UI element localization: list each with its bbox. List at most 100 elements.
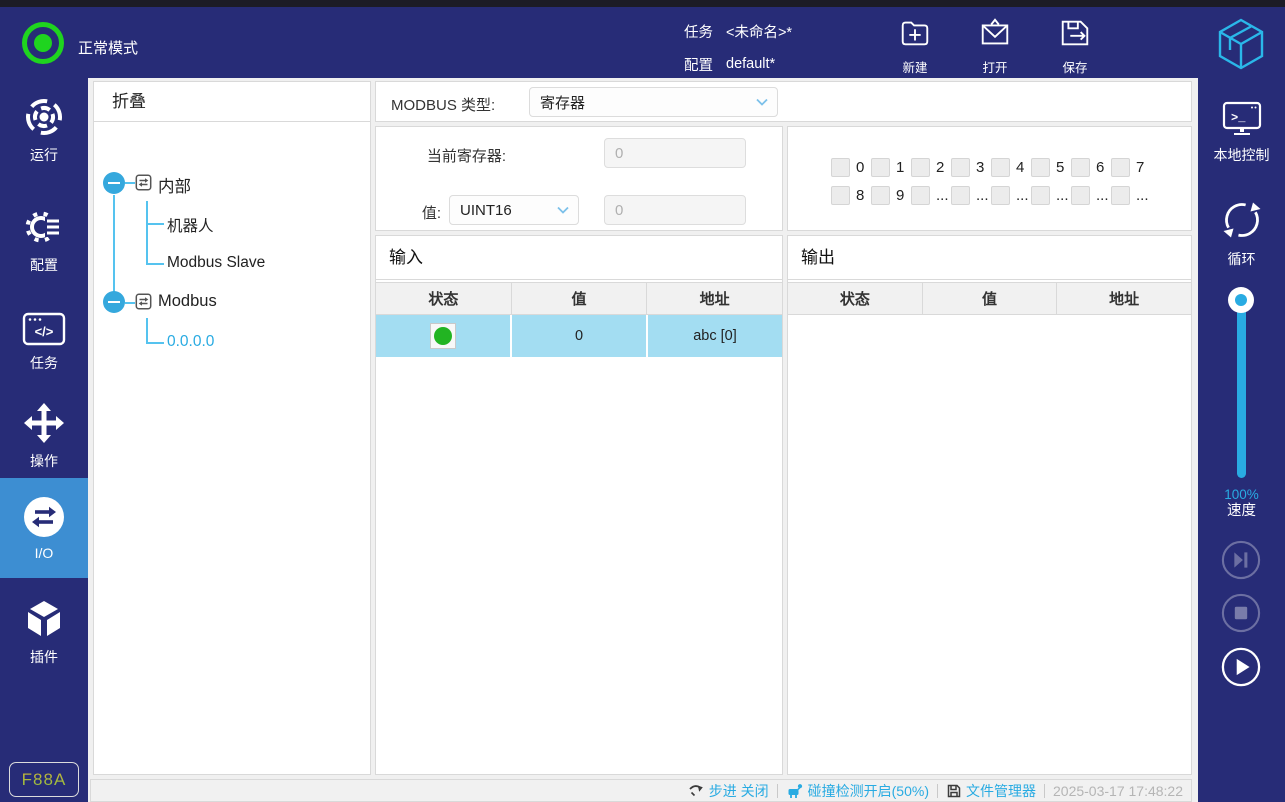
bit-label: 3 — [976, 159, 985, 176]
open-button-label: 打开 — [982, 61, 1008, 75]
open-button[interactable]: 打开 — [960, 16, 1030, 76]
sidebar-item-plugin[interactable]: 插件 — [0, 592, 88, 672]
tree-node-ip[interactable]: 0.0.0.0 — [167, 333, 214, 351]
stop-button[interactable] — [1221, 593, 1261, 633]
save-icon — [1061, 20, 1089, 46]
bit-checkbox[interactable] — [991, 186, 1010, 205]
sidebar-item-operate[interactable]: 操作 — [0, 396, 88, 476]
bit-checkbox[interactable] — [1111, 158, 1130, 177]
bit-cell: 3 — [951, 158, 991, 177]
bit-checkbox[interactable] — [1111, 186, 1130, 205]
bit-checkbox[interactable] — [871, 186, 890, 205]
tree-node-modbus[interactable]: Modbus — [158, 292, 217, 311]
tree-line — [146, 201, 148, 265]
tree-collapse-header[interactable]: 折叠 — [94, 82, 370, 122]
sidebar-item-label: 运行 — [30, 146, 58, 163]
tree-node-modbus-slave[interactable]: Modbus Slave — [167, 254, 265, 272]
bit-checkbox[interactable] — [1071, 186, 1090, 205]
run-icon — [26, 98, 62, 135]
bit-checkbox[interactable] — [1071, 158, 1090, 177]
sidebar-item-label: 任务 — [30, 354, 58, 371]
window-top-strip — [0, 0, 1285, 7]
step-forward-button[interactable] — [1221, 540, 1261, 580]
input-table-row[interactable]: 0 abc [0] — [376, 315, 782, 357]
modbus-type-select[interactable]: 寄存器 — [529, 87, 778, 117]
disk-icon — [947, 784, 961, 797]
bit-checkbox[interactable] — [1031, 186, 1050, 205]
sidebar-item-task[interactable]: </> 任务 — [0, 304, 88, 380]
bit-checkbox[interactable] — [951, 186, 970, 205]
task-value: <未命名>* — [726, 24, 793, 41]
sidebar-item-config[interactable]: 配置 — [0, 202, 88, 278]
sidebar-item-label: 本地控制 — [1213, 146, 1270, 163]
col-address: 地址 — [1056, 283, 1191, 314]
current-register-input[interactable] — [604, 138, 746, 168]
file-manager-button[interactable]: 文件管理器 — [946, 781, 1036, 801]
output-table-panel: 输出 状态 值 地址 — [787, 235, 1192, 775]
tree-line — [113, 195, 115, 293]
modbus-type-label: MODBUS 类型: — [391, 97, 496, 114]
new-button[interactable]: 新建 — [880, 16, 950, 76]
sidebar-item-loop[interactable]: 循环 — [1198, 194, 1285, 272]
chevron-down-icon — [756, 98, 768, 106]
bit-row-1: 0 1 2 3 4 5 6 7 — [831, 158, 1151, 177]
new-button-label: 新建 — [902, 61, 928, 75]
sidebar-item-label: I/O — [34, 544, 54, 561]
save-button[interactable]: 保存 — [1040, 16, 1110, 76]
bit-label: 8 — [856, 187, 865, 204]
bit-label: ... — [1016, 187, 1029, 204]
io-icon — [24, 496, 64, 537]
sidebar-item-local-control[interactable]: >_ 本地控制 — [1198, 92, 1285, 172]
speed-label: 速度 — [1227, 503, 1256, 519]
output-table-header: 状态 值 地址 — [788, 282, 1191, 315]
new-file-icon — [901, 21, 929, 46]
tree-node-internal[interactable]: 内部 — [158, 173, 191, 197]
svg-text:</>: </> — [35, 324, 54, 339]
svg-text:>_: >_ — [1231, 111, 1246, 125]
bit-checkbox[interactable] — [831, 158, 850, 177]
tree-line — [125, 302, 135, 304]
tree-node-robot[interactable]: 机器人 — [167, 214, 214, 236]
bit-label: 9 — [896, 187, 905, 204]
speed-slider-thumb[interactable] — [1228, 287, 1254, 313]
bit-checkbox[interactable] — [1031, 158, 1050, 177]
sidebar-item-run[interactable]: 运行 — [0, 92, 88, 168]
sidebar-item-label: 配置 — [30, 256, 58, 273]
tree-collapse-toggle-modbus[interactable] — [103, 291, 125, 313]
play-button[interactable] — [1221, 647, 1261, 687]
bit-checkbox[interactable] — [831, 186, 850, 205]
status-indicator-box — [430, 323, 456, 349]
bit-checkbox[interactable] — [991, 158, 1010, 177]
code-window-icon: </> — [22, 312, 66, 345]
bit-label: 6 — [1096, 159, 1105, 176]
bit-cell: 9 — [871, 186, 911, 205]
col-address: 地址 — [646, 283, 782, 314]
collision-detection-toggle[interactable]: 碰撞检测开启(50%) — [786, 781, 929, 801]
bit-cell: ... — [1071, 186, 1111, 205]
tree-line — [146, 263, 164, 265]
speed-value: 100% — [1224, 487, 1259, 502]
collision-detection-label: 碰撞检测开启(50%) — [807, 782, 929, 799]
value-type-select[interactable]: UINT16 — [449, 195, 579, 225]
sidebar-item-label: 循环 — [1227, 250, 1256, 267]
device-badge[interactable]: F88A — [9, 762, 79, 797]
bit-cell: ... — [911, 186, 951, 205]
bit-grid-panel: 0 1 2 3 4 5 6 7 8 9 ... ... ... ... ... … — [787, 126, 1192, 231]
config-label: 配置 — [684, 57, 713, 74]
bit-cell: 4 — [991, 158, 1031, 177]
bit-checkbox[interactable] — [911, 186, 930, 205]
tree-collapse-toggle-internal[interactable] — [103, 172, 125, 194]
sidebar-item-io[interactable]: I/O — [0, 478, 88, 578]
bit-checkbox[interactable] — [951, 158, 970, 177]
value-input[interactable] — [604, 195, 746, 225]
col-status: 状态 — [839, 291, 870, 308]
step-mode-toggle[interactable]: 步进 关闭 — [688, 781, 769, 801]
play-icon — [1221, 647, 1261, 687]
chevron-down-icon — [557, 206, 569, 214]
col-status: 状态 — [428, 291, 459, 308]
step-forward-icon — [1221, 540, 1261, 580]
bit-checkbox[interactable] — [871, 158, 890, 177]
gear-icon — [25, 211, 65, 242]
bit-checkbox[interactable] — [911, 158, 930, 177]
speed-slider-track[interactable] — [1237, 300, 1246, 478]
